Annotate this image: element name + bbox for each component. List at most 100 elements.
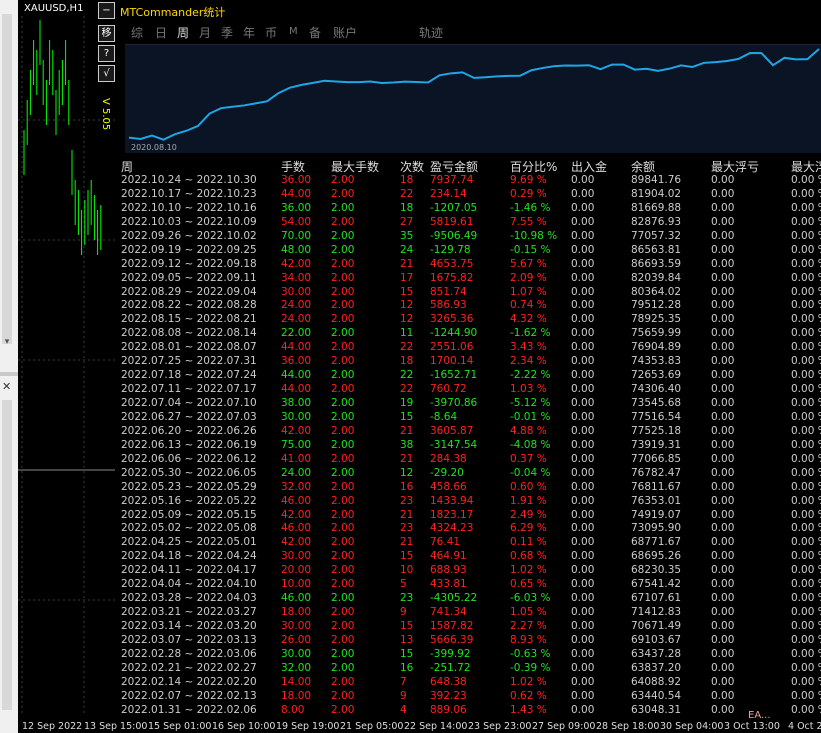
table-cell: 0.00 [571,327,595,340]
table-cell: 2022.09.26 ~ 2022.10.02 [121,229,257,242]
left-scrollbar[interactable] [2,14,12,344]
table-cell: 22 [400,383,414,396]
tab-5[interactable]: 年 [243,24,255,41]
table-cell: 0.00 [711,438,735,451]
table-cell: -0.01 % [510,410,551,423]
table-cell: 458.66 [430,480,467,493]
table-cell: 0.00 % [791,703,821,716]
stats-panel: MTCommander统计 综日周月季年币 M 备账户 轨迹 2020.08.10 周… [115,0,821,718]
table-cell: 2.00 [331,285,355,298]
table-cell: 73919.31 [631,438,682,451]
table-cell: -251.72 [430,661,471,674]
left-scrollbar-lower[interactable] [2,400,12,710]
time-axis-label: 21 Sep 05:00 [340,721,404,732]
table-cell: 2022.02.14 ~ 2022.02.20 [121,675,257,688]
table-cell: 0.00 [571,299,595,312]
table-row: 2022.06.06 ~ 2022.06.12 41.00 2.00 21 284.38… [115,452,821,466]
table-row: 2022.06.27 ~ 2022.07.03 30.00 2.00 15 -8.64 -… [115,410,821,424]
check-button[interactable]: √ [98,65,115,82]
table-cell: 0.29 % [510,187,547,200]
table-cell: 2022.05.02 ~ 2022.05.08 [121,522,257,535]
table-cell: 76353.01 [631,494,682,507]
table-cell: 433.81 [430,578,467,591]
move-button[interactable]: 移 [98,25,115,42]
panel-separator[interactable] [0,372,18,376]
table-cell: 1587.82 [430,620,474,632]
table-cell: 2022.06.27 ~ 2022.07.03 [121,410,257,423]
table-cell: 21 [400,452,414,465]
table-cell: 0.00 [571,633,595,646]
table-row: 2022.10.10 ~ 2022.10.16 36.00 2.00 18 -1207.… [115,201,821,215]
table-cell: 0.00 [711,285,735,298]
table-cell: 74353.83 [631,355,682,368]
table-row: 2022.05.02 ~ 2022.05.08 46.00 2.00 23 4324.2… [115,521,821,535]
scroll-down-arrow-icon[interactable]: ▾ [0,336,14,348]
tab-0[interactable]: 综 [131,24,143,41]
table-cell: 586.93 [430,299,467,312]
table-cell: 4324.23 [430,522,474,535]
table-cell: 2022.06.13 ~ 2022.06.19 [121,438,257,451]
table-cell: 30.00 [281,285,312,298]
close-icon[interactable]: ✕ [2,380,11,393]
table-row: 2022.08.01 ~ 2022.08.07 44.00 2.00 22 2551.0… [115,340,821,354]
table-cell: 73095.90 [631,522,682,535]
table-cell: 0.00 % [791,633,821,646]
table-cell: 30.00 [281,647,312,660]
table-row: 2022.02.07 ~ 2022.02.13 18.00 2.00 9 392.23 0… [115,689,821,703]
table-cell: 67107.61 [631,592,682,605]
equity-curve-chart: 2020.08.10 [125,44,821,153]
table-cell: 2022.04.18 ~ 2022.04.24 [121,550,257,563]
time-axis-label: 13 Sep 15:00 [84,721,148,732]
table-cell: 75659.99 [631,327,682,340]
equity-curve-line [128,48,820,141]
tab-9[interactable]: 账户 [333,24,357,41]
table-cell: 3.43 % [510,341,547,354]
tab-2[interactable]: 周 [177,24,189,41]
table-cell: 2022.04.04 ~ 2022.04.10 [121,578,257,591]
table-row: 2022.07.11 ~ 2022.07.17 44.00 2.00 22 760.72… [115,382,821,396]
tab-1[interactable]: 日 [155,24,167,41]
table-cell: 0.00 [571,480,595,493]
table-cell: 2022.03.14 ~ 2022.03.20 [121,620,257,632]
table-cell: 0.00 [571,703,595,716]
table-cell: 0.00 [711,397,735,409]
table-cell: 63440.54 [631,689,682,702]
table-cell: 2022.07.25 ~ 2022.07.31 [121,355,257,368]
table-cell: 0.00 % [791,647,821,660]
equity-start-date: 2020.08.10 [131,143,177,152]
table-cell: -0.63 % [510,647,551,660]
tab-4[interactable]: 季 [221,24,233,41]
version-label: V 5.05 [100,98,111,131]
table-cell: 74919.07 [631,508,682,521]
table-cell: 78925.35 [631,313,682,326]
tab-7[interactable]: M [289,26,298,37]
tab-3[interactable]: 月 [199,24,211,41]
table-cell: 70671.49 [631,620,682,632]
table-cell: 2.00 [331,313,355,326]
minimize-button[interactable]: − [98,2,115,19]
table-cell: 0.00 [571,397,595,409]
table-cell: 86563.81 [631,243,682,256]
table-cell: 2.00 [331,257,355,270]
table-cell: 1823.17 [430,508,474,521]
table-row: 2022.07.04 ~ 2022.07.10 38.00 2.00 19 -3970.… [115,396,821,410]
table-cell: -0.39 % [510,661,551,674]
tab-10[interactable]: 轨迹 [419,24,443,41]
time-axis-label: 12 Sep 2022 [22,721,83,732]
tab-8[interactable]: 备 [309,24,321,41]
table-cell: 2.00 [331,466,355,479]
table-cell: 0.00 % [791,369,821,382]
table-row: 2022.08.08 ~ 2022.08.14 22.00 2.00 11 -1244.… [115,326,821,340]
table-cell: 82039.84 [631,271,682,284]
table-cell: 5 [400,578,407,591]
tab-6[interactable]: 币 [265,24,277,41]
table-cell: 38.00 [281,397,312,409]
help-button[interactable]: ? [98,45,115,62]
table-cell: 8.00 [281,703,305,716]
table-cell: 0.00 [711,661,735,674]
table-cell: 77516.54 [631,410,682,423]
table-cell: 0.00 % [791,299,821,312]
table-cell: 86693.59 [631,257,682,270]
table-cell: 13 [400,633,414,646]
table-cell: 79512.28 [631,299,682,312]
